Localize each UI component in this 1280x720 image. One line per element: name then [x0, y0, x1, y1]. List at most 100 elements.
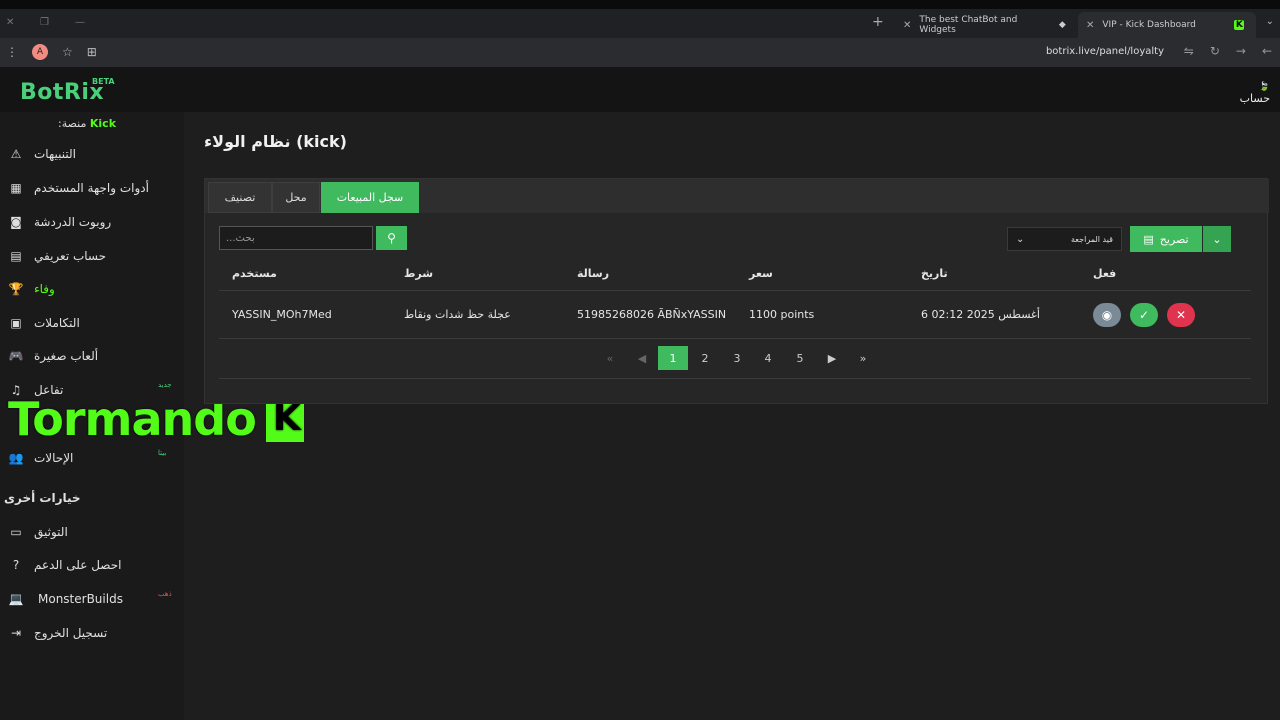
- table-divider: [219, 378, 1251, 379]
- cell-price: 1100 points: [749, 308, 815, 321]
- sidebar-item-minigames[interactable]: 🎮 ألعاب صغيرة: [8, 344, 178, 368]
- kick-logo-icon: K: [1234, 20, 1245, 30]
- last-page-button[interactable]: »: [848, 346, 878, 370]
- column-header-condition: شرط: [404, 267, 434, 280]
- browser-tab-chatbot[interactable]: ✕ The best ChatBot and Widgets ◆: [895, 12, 1075, 38]
- column-header-user: مستخدم: [232, 267, 277, 280]
- cell-date: 6 أغسطس 2025 02:12: [921, 308, 1040, 321]
- sidebar-item-label: التنبيهات: [34, 147, 76, 161]
- page-3[interactable]: 3: [722, 346, 752, 370]
- sidebar-item-monsterbuilds[interactable]: 💻 MonsterBuilds: [8, 587, 178, 611]
- file-icon: ▤: [1143, 232, 1154, 246]
- sidebar-item-docs[interactable]: ▭ التوثيق: [8, 520, 178, 544]
- export-dropdown-button[interactable]: ⌄: [1203, 226, 1231, 252]
- new-badge: جديد: [158, 381, 172, 389]
- column-header-date: تاريخ: [921, 267, 948, 280]
- new-tab-button[interactable]: +: [872, 14, 884, 30]
- column-header-action: فعل: [1093, 267, 1117, 280]
- export-button[interactable]: ▤ تصريح: [1130, 226, 1202, 252]
- diamond-icon: ◆: [1058, 20, 1066, 30]
- filter-value: قيد المراجعة: [1071, 234, 1113, 244]
- sidebar-item-label: الإحالات: [34, 451, 74, 465]
- warning-icon: ⚠: [10, 147, 22, 161]
- cell-message: 51985268026 ÃBÑxYASSIN: [577, 308, 727, 321]
- view-button[interactable]: ◉: [1093, 303, 1121, 327]
- close-tab-icon[interactable]: ✕: [1086, 20, 1094, 31]
- sidebar-item-label: التكاملات: [34, 316, 80, 330]
- reload-icon[interactable]: ↻: [1210, 44, 1220, 58]
- sidebar-item-widgets[interactable]: ▦ أدوات واجهة المستخدم: [8, 176, 178, 200]
- beta-badge: بيتا: [158, 449, 167, 457]
- account-menu[interactable]: 🍃 حساب: [1240, 82, 1270, 105]
- close-tab-icon[interactable]: ✕: [903, 20, 911, 31]
- platform-value: Kick: [89, 117, 117, 130]
- grid-icon: ▦: [10, 181, 22, 195]
- sidebar-item-label: تسجيل الخروج: [34, 626, 108, 640]
- laptop-icon: 💻: [8, 592, 24, 606]
- search-input[interactable]: [219, 226, 373, 250]
- tab-search-icon[interactable]: ⌄: [1266, 16, 1274, 27]
- next-page-button[interactable]: ▶: [817, 346, 847, 370]
- page-title: نظام الولاء (kick): [204, 132, 347, 151]
- sidebar-item-label: حساب تعريفي: [34, 249, 107, 263]
- tab-ranking[interactable]: تصنيف: [208, 182, 272, 213]
- sidebar-item-label: وفاء: [34, 282, 55, 296]
- browser-tab-bar: ✕ ❐ — + ✕ The best ChatBot and Widgets ◆…: [0, 9, 1280, 38]
- tab-shop[interactable]: محل: [272, 182, 320, 213]
- eye-icon: ◉: [1101, 308, 1113, 322]
- beta-badge: BETA: [92, 77, 115, 86]
- first-page-button[interactable]: «: [595, 346, 625, 370]
- logout-icon: ⇥: [10, 626, 22, 640]
- sidebar-item-loyalty[interactable]: 🏆 وفاء: [8, 277, 178, 301]
- close-window-icon[interactable]: ✕: [6, 17, 14, 28]
- minimize-window-icon[interactable]: —: [75, 17, 85, 28]
- export-label: تصريح: [1159, 232, 1189, 246]
- reject-button[interactable]: ✕: [1167, 303, 1195, 327]
- approve-button[interactable]: ✓: [1130, 303, 1158, 327]
- page-4[interactable]: 4: [753, 346, 783, 370]
- back-icon[interactable]: ←: [1262, 44, 1272, 58]
- account-label: حساب: [1239, 92, 1270, 105]
- star-bookmark-icon[interactable]: ☆: [62, 45, 73, 59]
- cell-condition: عجلة حظ شدات ونقاط: [404, 308, 511, 321]
- platform-indicator: :منصة Kick: [58, 117, 116, 130]
- column-header-price: سعر: [749, 267, 773, 280]
- address-bar: ⋮ A ☆ ⊞ botrix.live/panel/loyalty ⇋ ↻ → …: [0, 38, 1280, 68]
- site-settings-icon[interactable]: ⇋: [1184, 44, 1194, 58]
- double-chevron-left-icon: «: [606, 351, 614, 365]
- page-2[interactable]: 2: [690, 346, 720, 370]
- page-1[interactable]: 1: [658, 346, 688, 370]
- id-card-icon: ▤: [10, 249, 22, 263]
- page-5[interactable]: 5: [785, 346, 815, 370]
- sidebar-item-label: التوثيق: [34, 525, 68, 539]
- profile-avatar[interactable]: A: [32, 44, 48, 60]
- menu-dots-icon[interactable]: ⋮: [6, 45, 18, 59]
- table-divider: [219, 338, 1251, 339]
- sidebar-item-logout[interactable]: ⇥ تسجيل الخروج: [8, 621, 178, 645]
- sidebar-item-profile[interactable]: ▤ حساب تعريفي: [8, 244, 178, 268]
- status-filter-select[interactable]: ⌄ قيد المراجعة: [1007, 227, 1122, 251]
- chat-icon: ▣: [10, 316, 22, 330]
- platform-label: :منصة: [58, 117, 87, 130]
- check-icon: ✓: [1138, 308, 1150, 322]
- prev-page-button[interactable]: ◀: [627, 346, 657, 370]
- robot-icon: ◙: [10, 215, 22, 229]
- forward-icon[interactable]: →: [1236, 44, 1246, 58]
- sidebar-item-chatbot[interactable]: ◙ روبوت الدردشة: [8, 210, 178, 234]
- gamepad-icon: 🎮: [8, 349, 24, 363]
- search-button[interactable]: ⚲: [376, 226, 407, 250]
- tab-title: The best ChatBot and Widgets: [919, 15, 1018, 35]
- url-field[interactable]: botrix.live/panel/loyalty: [1046, 46, 1164, 57]
- book-icon: ▭: [10, 525, 22, 539]
- restore-window-icon[interactable]: ❐: [40, 17, 49, 28]
- sidebar-item-referrals[interactable]: 👥 الإحالات: [8, 446, 178, 470]
- sidebar-item-support[interactable]: ? احصل على الدعم: [8, 553, 178, 577]
- chevron-down-icon: ⌄: [1016, 233, 1025, 245]
- browser-tab-kick-dashboard[interactable]: ✕ VIP - Kick Dashboard K: [1078, 12, 1256, 38]
- chevron-down-icon: ⌄: [1212, 232, 1222, 246]
- sidebar-item-label: أدوات واجهة المستخدم: [34, 181, 149, 195]
- tab-sales-log[interactable]: سجل المبيعات: [321, 182, 419, 213]
- translate-icon[interactable]: ⊞: [87, 45, 97, 59]
- sidebar-item-integrations[interactable]: ▣ التكاملات: [8, 311, 178, 335]
- sidebar-item-alerts[interactable]: ⚠ التنبيهات: [8, 142, 178, 166]
